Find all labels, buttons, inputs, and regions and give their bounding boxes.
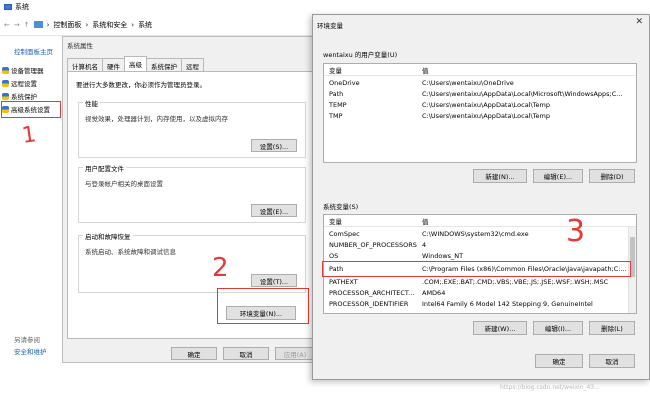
sidebar-item-device-manager[interactable]: 设备管理器 bbox=[2, 65, 44, 75]
performance-group: 性能 视觉效果，处理器计划，内存使用，以及虚拟内存 设置(S)... bbox=[78, 98, 306, 158]
window-title: 系统 bbox=[15, 3, 29, 11]
user-profile-title: 用户配置文件 bbox=[83, 163, 126, 173]
watermark: https://blog.csdn.net/weixin_43... bbox=[500, 384, 600, 391]
startup-title: 启动和故障恢复 bbox=[83, 231, 133, 241]
control-panel-home-link[interactable]: 控制面板主页 bbox=[14, 46, 53, 56]
env-ok-button[interactable]: 确定 bbox=[535, 354, 583, 368]
shield-icon bbox=[2, 92, 9, 100]
env-title: 环境变量 bbox=[317, 22, 343, 30]
shield-icon bbox=[2, 66, 9, 74]
system-vars-header: 变量 值 bbox=[324, 215, 636, 227]
annotation-2: 2 bbox=[212, 253, 229, 283]
cancel-button[interactable]: 取消 bbox=[223, 347, 269, 360]
see-also-label: 另请参阅 bbox=[14, 336, 40, 344]
environment-variables-dialog: 环境变量 ✕ wentaixu 的用户变量(U) 变量 值 OneDrive C:… bbox=[312, 14, 650, 380]
user-profile-group: 用户配置文件 与登录帐户相关的桌面设置 设置(E)... bbox=[78, 163, 306, 223]
user-profile-settings-button[interactable]: 设置(E)... bbox=[251, 204, 297, 217]
startup-settings-button[interactable]: 设置(T)... bbox=[251, 274, 297, 287]
startup-desc: 系统启动、系统故障和调试信息 bbox=[85, 248, 176, 256]
table-row[interactable]: OneDrive C:\Users\wentaixu\OneDrive bbox=[324, 78, 636, 88]
col-variable: 变量 bbox=[329, 218, 342, 226]
security-link[interactable]: 安全和维护 bbox=[14, 346, 47, 356]
admin-note: 要进行大多数更改，你必须作为管理员登录。 bbox=[76, 81, 206, 89]
user-delete-button[interactable]: 删除(D) bbox=[589, 169, 635, 183]
folder-icon bbox=[33, 21, 43, 28]
shield-icon bbox=[2, 79, 9, 87]
table-row[interactable]: PROCESSOR_IDENTIFIER Intel64 Family 6 Mod… bbox=[324, 299, 636, 309]
highlight-box-3 bbox=[322, 261, 631, 277]
computer-icon bbox=[4, 4, 12, 10]
user-vars-label: wentaixu 的用户变量(U) bbox=[323, 51, 398, 59]
performance-desc: 视觉效果，处理器计划，内存使用，以及虚拟内存 bbox=[85, 115, 228, 123]
breadcrumb-system[interactable]: 系统 bbox=[138, 20, 152, 30]
col-value: 值 bbox=[422, 67, 429, 75]
performance-title: 性能 bbox=[83, 98, 100, 108]
close-icon[interactable]: ✕ bbox=[635, 17, 643, 27]
sysprop-title: 系统属性 bbox=[67, 42, 93, 50]
user-profile-desc: 与登录帐户相关的桌面设置 bbox=[85, 180, 163, 188]
ok-button[interactable]: 确定 bbox=[171, 347, 217, 360]
sidebar-item-label: 系统保护 bbox=[11, 93, 37, 101]
table-row[interactable]: TMP C:\Users\wentaixu\AppData\Local\Temp bbox=[324, 111, 636, 121]
forward-arrow-icon[interactable]: → bbox=[14, 21, 20, 29]
apply-button[interactable]: 应用(A) bbox=[275, 347, 315, 360]
sidebar-item-remote[interactable]: 远程设置 bbox=[2, 78, 37, 88]
table-row[interactable]: TEMP C:\Users\wentaixu\AppData\Local\Temp bbox=[324, 100, 636, 110]
system-title-bar: 系统 bbox=[0, 0, 330, 14]
env-cancel-button[interactable]: 取消 bbox=[589, 354, 635, 368]
table-row[interactable]: PROCESSOR_ARCHITECT... AMD64 bbox=[324, 288, 636, 298]
sidebar-item-label: 设备管理器 bbox=[11, 67, 44, 75]
system-new-button[interactable]: 新建(W)... bbox=[473, 321, 527, 335]
sidebar-item-protection[interactable]: 系统保护 bbox=[2, 91, 37, 101]
system-delete-button[interactable]: 删除(L) bbox=[589, 321, 635, 335]
highlight-box-1 bbox=[1, 101, 61, 118]
sidebar: 控制面板主页 设备管理器 远程设置 系统保护 高级系统设置 另请参阅 安全和维护 bbox=[0, 36, 62, 398]
back-arrow-icon[interactable]: ← bbox=[4, 21, 10, 29]
annotation-3: 3 bbox=[566, 214, 586, 249]
breadcrumb-control-panel[interactable]: 控制面板 bbox=[53, 20, 81, 30]
table-row[interactable]: ComSpec C:\WINDOWS\system32\cmd.exe bbox=[324, 229, 636, 239]
user-vars-header: 变量 值 bbox=[324, 64, 636, 76]
table-row[interactable]: Path C:\Users\wentaixu\AppData\Local\Micr… bbox=[324, 89, 636, 99]
table-row[interactable]: OS Windows_NT bbox=[324, 251, 636, 261]
col-value: 值 bbox=[422, 218, 429, 226]
sidebar-item-label: 远程设置 bbox=[11, 80, 37, 88]
table-row[interactable]: NUMBER_OF_PROCESSORS 4 bbox=[324, 240, 636, 250]
startup-recovery-group: 启动和故障恢复 系统启动、系统故障和调试信息 设置(T)... bbox=[78, 231, 306, 293]
table-row[interactable]: PATHEXT .COM;.EXE;.BAT;.CMD;.VBS;.VBE;.JS… bbox=[324, 277, 636, 287]
col-variable: 变量 bbox=[329, 67, 342, 75]
performance-settings-button[interactable]: 设置(S)... bbox=[251, 139, 297, 152]
system-vars-label: 系统变量(S) bbox=[323, 203, 359, 211]
address-bar[interactable]: ← → ↑ › 控制面板 › 系统和安全 › 系统 bbox=[0, 14, 315, 36]
user-new-button[interactable]: 新建(N)... bbox=[473, 169, 527, 183]
highlight-box-2 bbox=[217, 288, 309, 324]
breadcrumb-system-security[interactable]: 系统和安全 bbox=[92, 20, 127, 30]
up-arrow-icon[interactable]: ↑ bbox=[24, 21, 30, 29]
user-vars-list[interactable]: 变量 值 OneDrive C:\Users\wentaixu\OneDrive … bbox=[323, 63, 637, 163]
system-edit-button[interactable]: 编辑(I)... bbox=[533, 321, 583, 335]
crumb-separator-icon: › bbox=[46, 20, 50, 29]
user-edit-button[interactable]: 编辑(E)... bbox=[533, 169, 583, 183]
